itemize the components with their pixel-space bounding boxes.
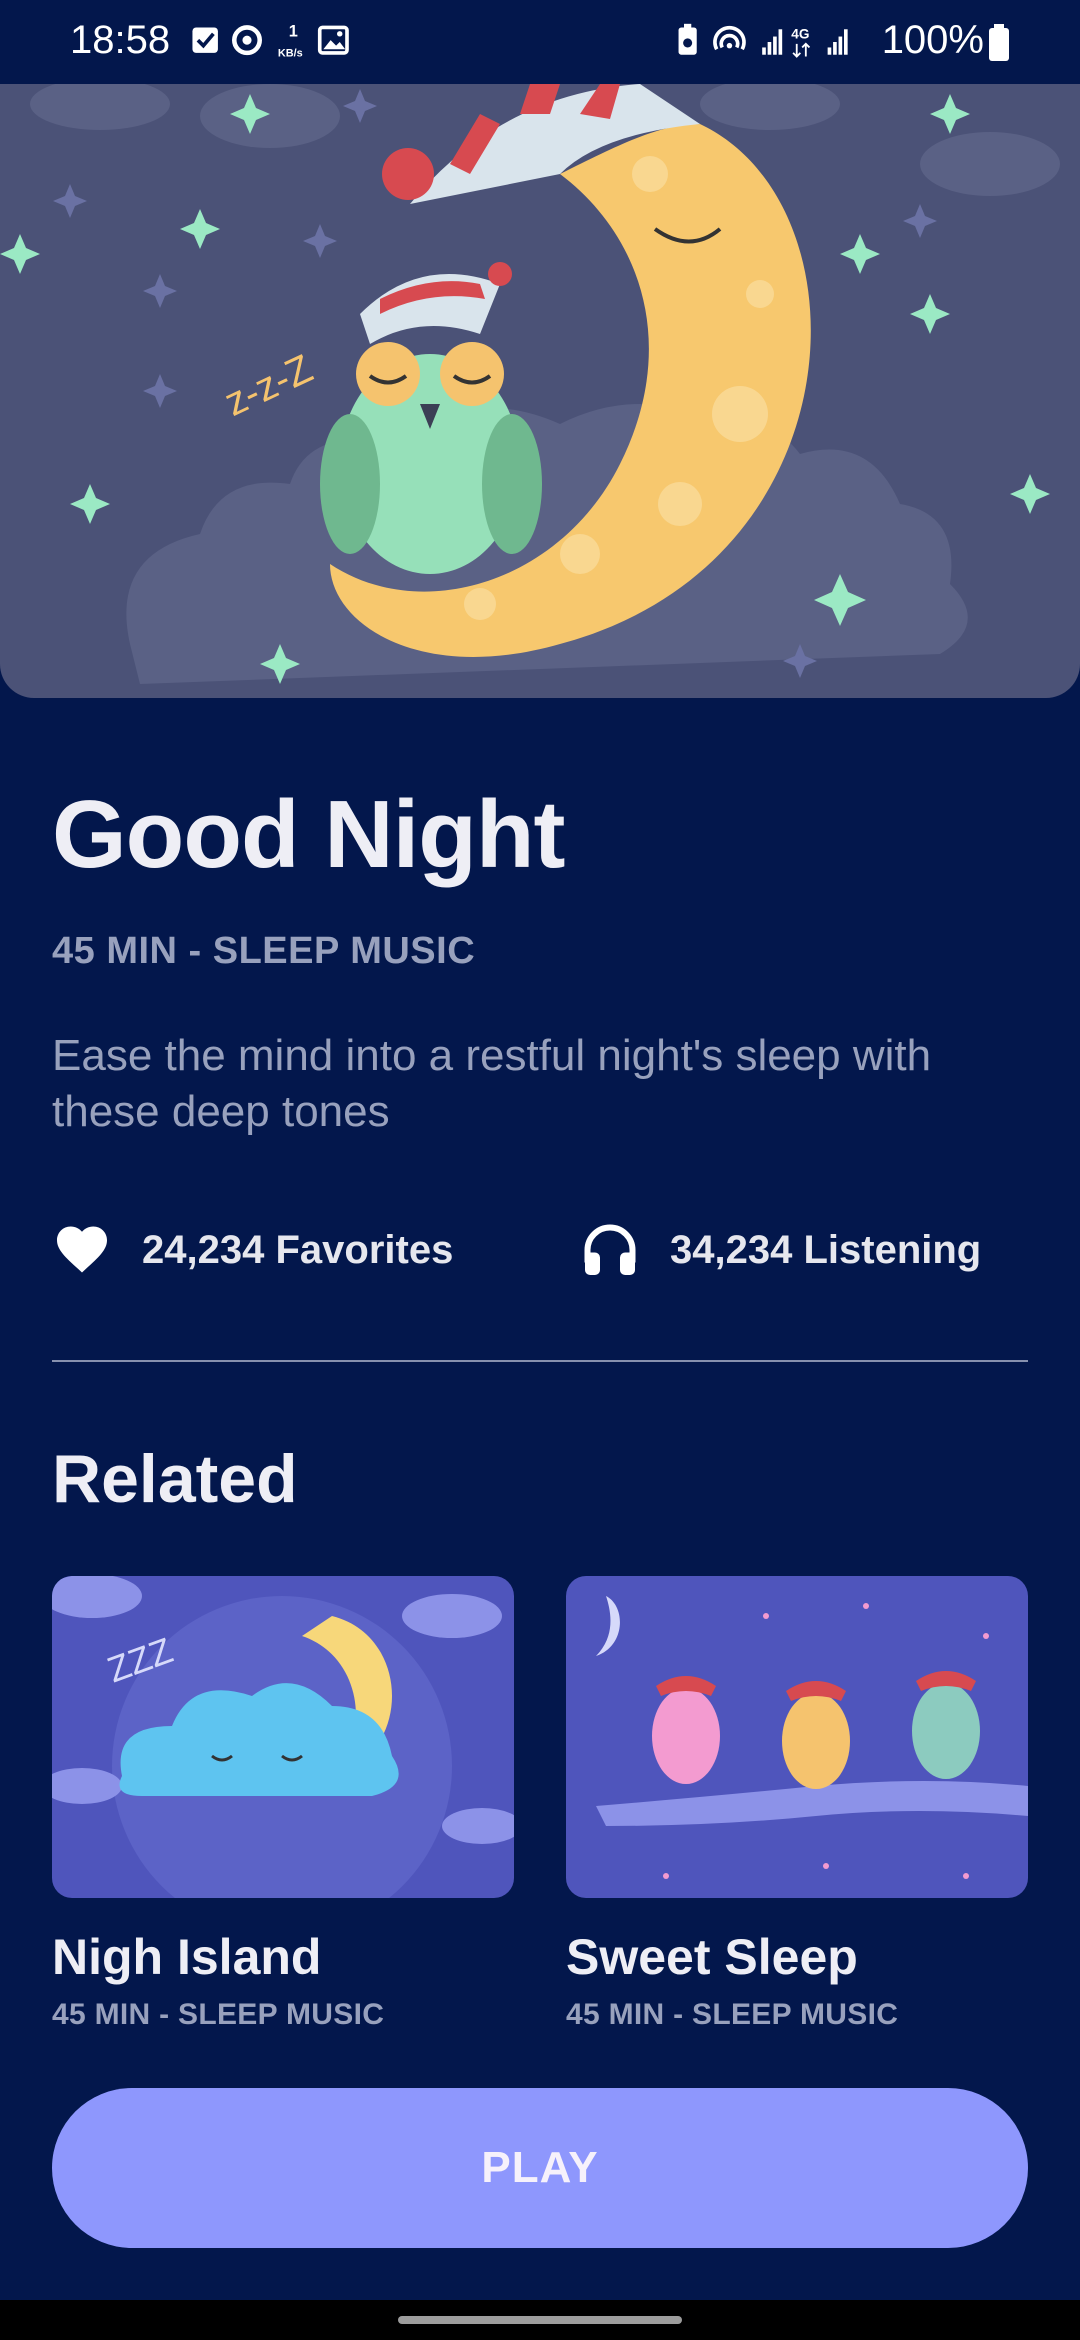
related-card-title: Sweet Sleep [566, 1929, 858, 1985]
related-card-title: Nigh Island [52, 1929, 322, 1985]
moon-owl-illustration: z-z-Z [0, 84, 1080, 698]
hero-artwork: z-z-Z [0, 84, 1080, 698]
checkbox-icon [192, 27, 218, 53]
heart-icon [57, 1226, 107, 1273]
status-system-icons: 4G [678, 23, 848, 58]
related-card-thumbnail: ZZZ [52, 1576, 514, 1898]
favorites-stat[interactable]: 24,234 Favorites [52, 1218, 453, 1282]
cloud-moon-illustration: ZZZ [52, 1576, 514, 1898]
svg-text:1: 1 [289, 23, 298, 41]
listening-stat[interactable]: 34,234 Listening [580, 1218, 981, 1282]
listening-count: 34,234 Listening [670, 1227, 982, 1272]
signal-icon-2 [827, 29, 848, 55]
headphones-icon [584, 1224, 636, 1275]
hotspot-icon [713, 25, 746, 51]
image-icon [317, 25, 349, 55]
related-card-sweet-sleep[interactable]: Sweet Sleep 45 MIN - SLEEP MUSIC [566, 1576, 1028, 2032]
divider [52, 1360, 1028, 1362]
home-indicator[interactable] [398, 2316, 682, 2324]
track-subtitle: 45 MIN - SLEEP MUSIC [52, 930, 476, 972]
network-4g-icon: 4G [791, 26, 811, 58]
signal-icon [762, 29, 783, 55]
screen: 18:58 1 KB/s 4G 100% z-z-Z Good Night 45… [0, 0, 1080, 2340]
battery-icon [989, 24, 1009, 61]
related-heading: Related [52, 1441, 298, 1517]
svg-text:KB/s: KB/s [278, 48, 303, 60]
status-bar: 18:58 1 KB/s 4G 100% [0, 0, 1080, 84]
related-card-thumbnail [566, 1576, 1028, 1898]
track-title: Good Night [52, 781, 566, 888]
battery-percent: 100% [881, 18, 984, 62]
status-time: 18:58 [70, 18, 171, 62]
related-card-nigh-island[interactable]: ZZZ Nigh Island 45 MIN - SLEEP MUSIC [52, 1576, 514, 2032]
owls-branch-illustration [566, 1576, 1028, 1898]
track-description: Ease the mind into a restful night's sle… [52, 1031, 932, 1136]
favorites-count: 24,234 Favorites [142, 1227, 454, 1272]
play-button[interactable]: PLAY [52, 2088, 1028, 2248]
svg-text:4G: 4G [791, 26, 809, 41]
status-notification-icons: 1 KB/s [192, 23, 349, 60]
battery-saver-icon [678, 23, 697, 55]
data-speed-indicator: 1 KB/s [278, 23, 303, 60]
stats-row: 24,234 Favorites 34,234 Listening [52, 1218, 1032, 1282]
sync-icon [232, 25, 262, 56]
related-card-subtitle: 45 MIN - SLEEP MUSIC [52, 1998, 385, 2031]
related-card-subtitle: 45 MIN - SLEEP MUSIC [566, 1998, 899, 2031]
